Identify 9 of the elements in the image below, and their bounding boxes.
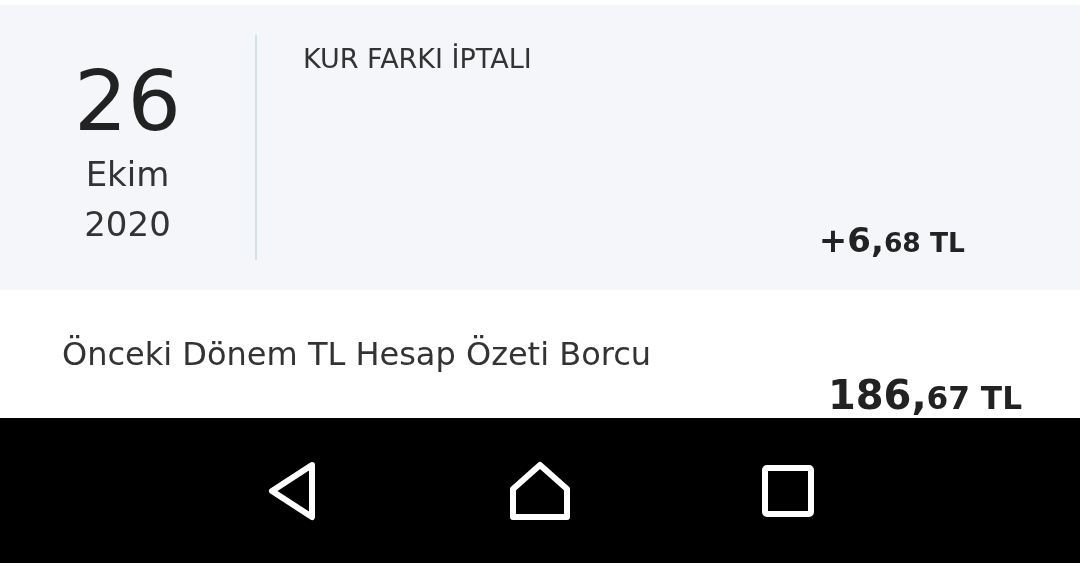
date-year: 2020 bbox=[84, 203, 171, 246]
recents-button[interactable] bbox=[762, 464, 815, 517]
date-day: 26 bbox=[74, 53, 181, 149]
transaction-title: KUR FARKI İPTALI bbox=[303, 43, 533, 74]
date-month: Ekim bbox=[85, 153, 170, 196]
home-button[interactable] bbox=[509, 460, 571, 521]
summary-amount: 186,67 TL bbox=[827, 372, 1022, 418]
transaction-amount: +6,68 TL bbox=[818, 220, 965, 260]
summary-label: Önceki Dönem TL Hesap Özeti Borcu bbox=[62, 335, 652, 373]
